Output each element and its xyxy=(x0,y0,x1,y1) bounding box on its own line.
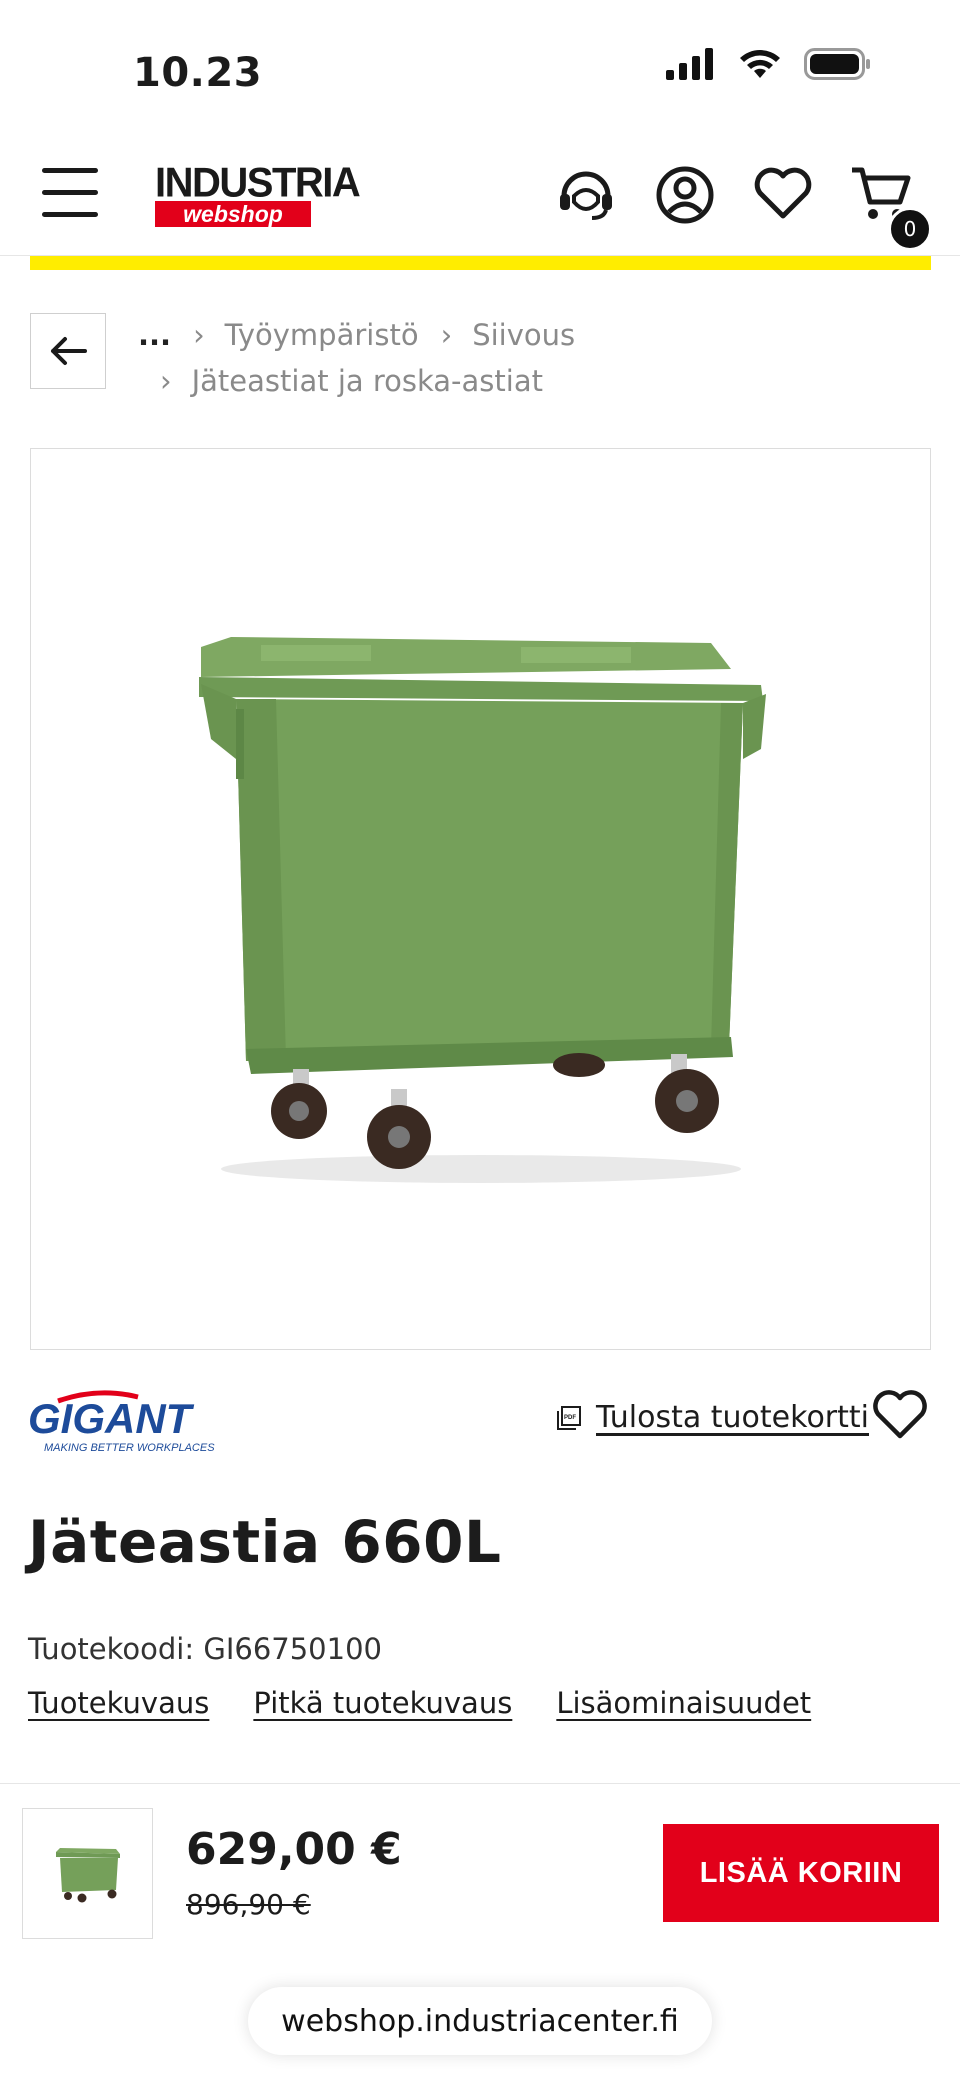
sticky-purchase-bar: 629,00 € 896,90 € LISÄÄ KORIIN webshop.i… xyxy=(0,1783,960,2086)
signal-icon xyxy=(666,48,713,80)
tab-description[interactable]: Tuotekuvaus xyxy=(28,1686,209,1720)
product-thumbnail[interactable] xyxy=(22,1808,153,1939)
product-title: Jäteastia 660L xyxy=(28,1508,502,1576)
back-button[interactable] xyxy=(30,313,106,389)
breadcrumb: ... › Työympäristö › Siivous › Jäteastia… xyxy=(138,312,575,404)
status-icons xyxy=(666,48,872,80)
print-product-card-link[interactable]: PDF Tulosta tuotekortti xyxy=(556,1400,869,1435)
product-price: 629,00 € xyxy=(186,1824,402,1875)
breadcrumb-item[interactable]: Siivous xyxy=(472,312,575,358)
customer-service-icon[interactable] xyxy=(556,166,616,222)
breadcrumb-item[interactable]: Työympäristö xyxy=(225,312,419,358)
cart-count-badge[interactable]: 0 xyxy=(888,207,932,251)
add-to-wishlist-heart-icon[interactable] xyxy=(873,1390,927,1440)
product-image-frame[interactable] xyxy=(30,448,931,1350)
breadcrumb-ellipsis[interactable]: ... xyxy=(138,312,171,358)
chevron-right-icon: › xyxy=(440,318,453,352)
waste-container-image xyxy=(199,637,766,1183)
brand-tagline: MAKING BETTER WORKPLACES xyxy=(44,1442,215,1454)
promo-banner-strip xyxy=(30,256,931,270)
chevron-right-icon: › xyxy=(193,318,205,352)
chevron-right-icon: › xyxy=(160,364,172,398)
arrow-left-icon xyxy=(51,337,87,365)
wifi-icon xyxy=(740,50,780,78)
gigant-logo-icon: GIGANT MAKING BETTER WORKPLACES xyxy=(28,1390,215,1454)
battery-icon xyxy=(804,48,870,80)
brand-name: GIGANT xyxy=(28,1395,195,1442)
print-label: Tulosta tuotekortti xyxy=(596,1400,869,1435)
site-header: INDUSTRIA webshop 0 xyxy=(0,140,960,256)
account-icon[interactable] xyxy=(656,166,714,224)
original-price: 896,90 € xyxy=(186,1888,311,1921)
waste-container-thumbnail xyxy=(55,1847,120,1902)
wishlist-heart-icon[interactable] xyxy=(754,166,812,220)
breadcrumb-item[interactable]: Jäteastiat ja roska-astiat xyxy=(192,358,543,404)
pdf-document-icon: PDF xyxy=(557,1405,581,1430)
svg-text:PDF: PDF xyxy=(564,1415,576,1421)
browser-url-bar[interactable]: webshop.industriacenter.fi xyxy=(248,1987,712,2055)
logo-wordmark: INDUSTRIA xyxy=(155,159,361,207)
product-sku: Tuotekoodi: GI66750100 xyxy=(28,1632,382,1666)
brand-logo-gigant[interactable]: GIGANT MAKING BETTER WORKPLACES xyxy=(28,1387,238,1457)
tab-additional-features[interactable]: Lisäominaisuudet xyxy=(556,1686,811,1720)
tab-long-description[interactable]: Pitkä tuotekuvaus xyxy=(253,1686,512,1720)
add-to-cart-button[interactable]: LISÄÄ KORIIN xyxy=(663,1824,939,1922)
status-time: 10.23 xyxy=(133,50,263,96)
status-bar: 10.23 xyxy=(0,0,960,140)
hamburger-menu-icon[interactable] xyxy=(42,168,100,218)
industria-logo[interactable]: INDUSTRIA webshop xyxy=(155,159,361,229)
product-info-tabs: Tuotekuvaus Pitkä tuotekuvaus Lisäominai… xyxy=(28,1686,811,1720)
